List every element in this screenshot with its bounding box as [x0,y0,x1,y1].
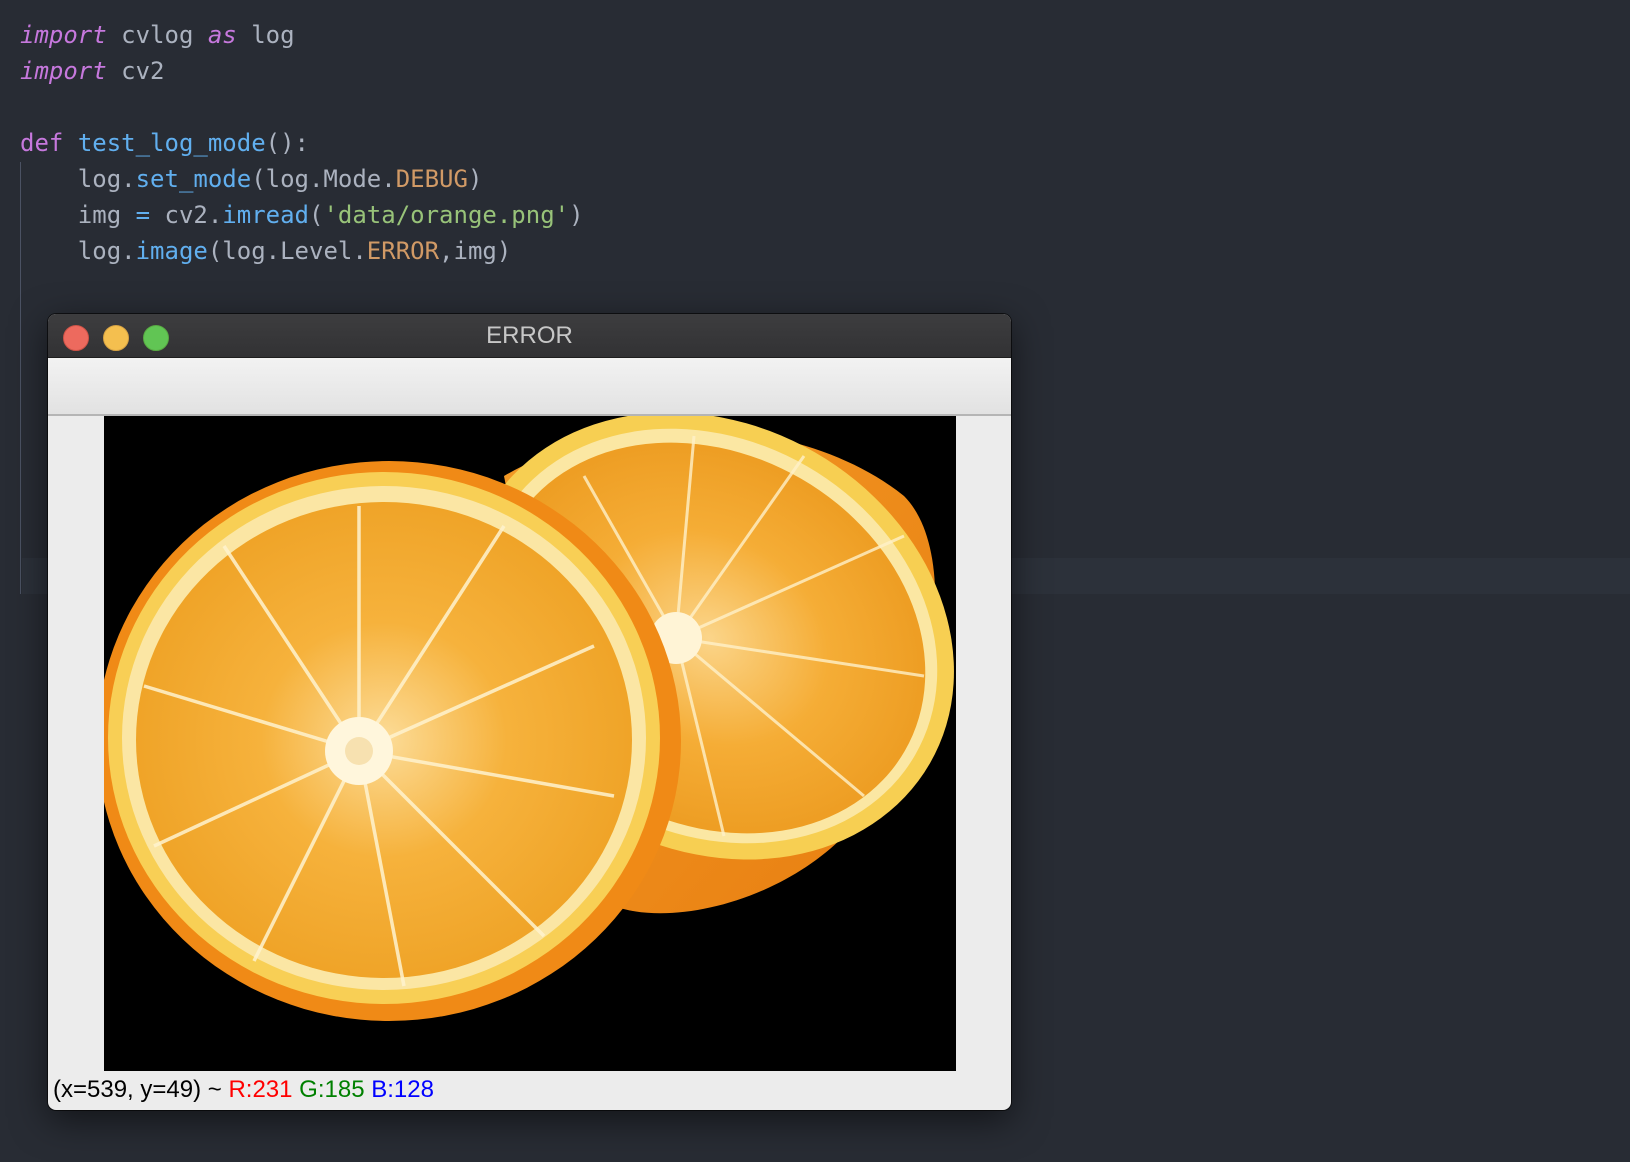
code-token: as [207,21,237,49]
code-token: image [135,237,208,265]
code-token: imread [222,201,309,229]
code-token: 'data/orange.png' [323,201,570,229]
code-line: import cvlog as log [20,17,295,53]
green-value: G:185 [299,1076,365,1103]
code-token: img [20,201,136,229]
window-toolbar [48,358,1011,416]
code-token: ) [569,201,584,229]
orange-image [104,416,954,1021]
code-line: log.set_mode(log.Mode.DEBUG) [20,161,483,197]
code-token: test_log_mode [77,129,266,157]
code-token: ERROR [366,237,440,265]
front-orange-half [104,461,681,1021]
code-token: = [135,201,151,229]
cursor-coordinates: (x=539, y=49) ~ [53,1076,229,1103]
code-line: import cv2 [20,53,165,89]
code-token: import [20,21,107,49]
code-token: (log.Level. [207,237,367,265]
code-line: img = cv2.imread('data/orange.png') [20,197,584,233]
code-token: DEBUG [395,165,468,193]
code-token: ) [467,165,483,193]
code-token: def [20,129,64,157]
image-canvas[interactable] [104,416,956,1071]
code-token: log. [20,237,136,265]
code-token: (): [265,129,310,157]
code-token: set_mode [135,165,252,193]
window-titlebar[interactable]: ERROR [48,314,1011,358]
image-window[interactable]: ERROR (x=539, y=49) ~ R:231 G:185 B:128 [48,314,1011,1110]
code-line: def test_log_mode(): [20,125,309,161]
window-title: ERROR [486,322,573,349]
code-token: log. [20,165,136,193]
code-token: (log.Mode. [251,165,396,193]
code-line: log.image(log.Level.ERROR,img) [20,233,512,269]
code-token: log [236,21,295,49]
red-value: R:231 [228,1076,293,1103]
pixel-status-bar: (x=539, y=49) ~ R:231 G:185 B:128 [53,1074,434,1106]
code-token: cv2 [106,57,165,85]
blue-value: B:128 [371,1076,434,1103]
code-token: ,img) [439,237,512,265]
code-token: cv2. [150,201,223,229]
code-token: cvlog [106,21,208,49]
code-token: import [20,57,107,85]
code-token: ( [309,201,324,229]
